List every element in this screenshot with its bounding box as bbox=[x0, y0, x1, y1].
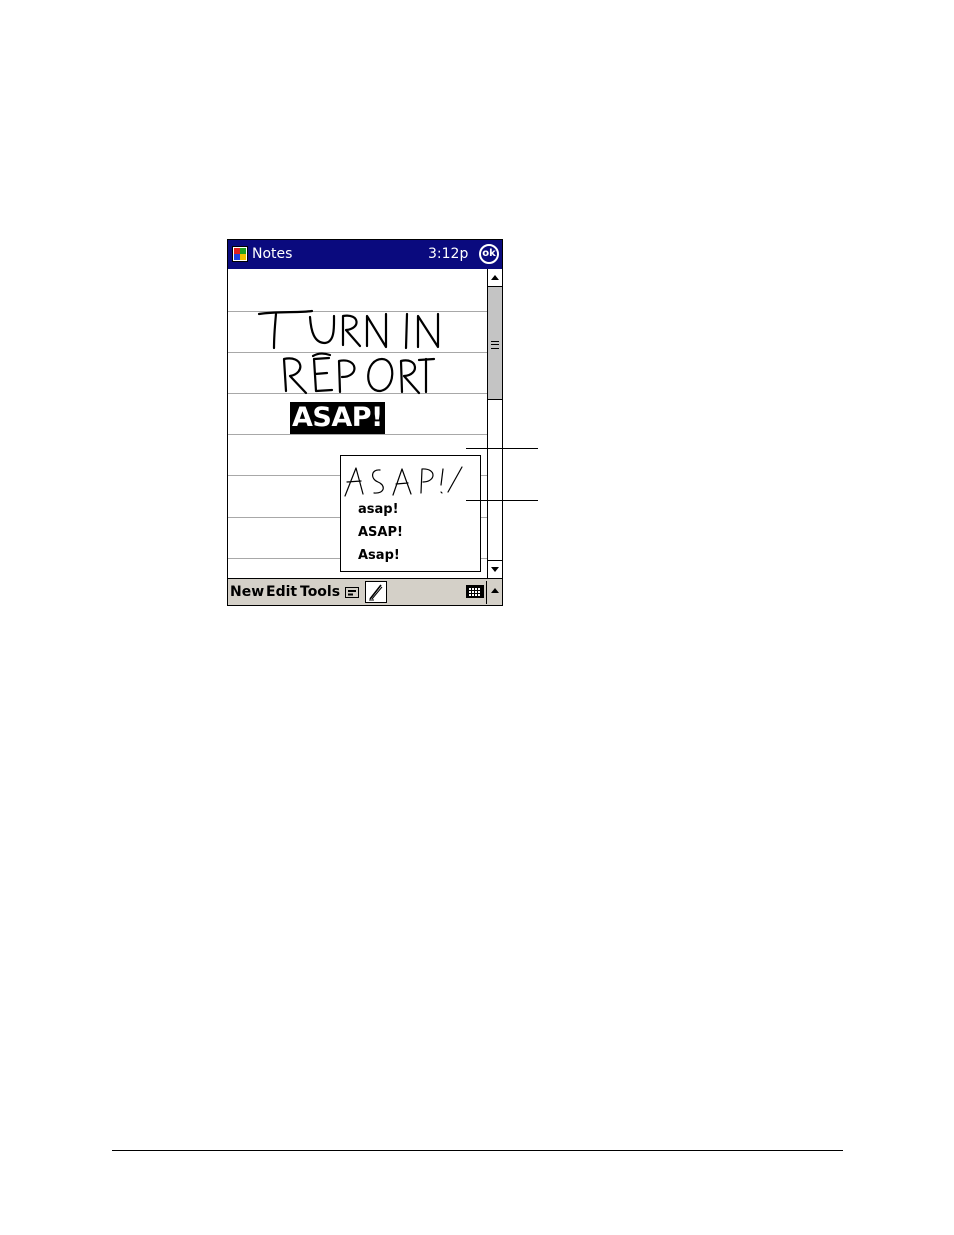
menu-edit[interactable]: Edit bbox=[266, 584, 297, 600]
keyboard-keys bbox=[469, 594, 481, 596]
callout-line-ink bbox=[466, 448, 538, 449]
alternate-item[interactable]: asap! bbox=[358, 502, 399, 517]
recording-toolbar-icon[interactable] bbox=[344, 583, 360, 601]
callout-line-alternates bbox=[466, 500, 538, 501]
arrow-down-icon bbox=[491, 567, 499, 572]
clock[interactable]: 3:12p bbox=[428, 246, 468, 262]
footer-rule bbox=[112, 1150, 843, 1151]
start-menu-icon[interactable] bbox=[232, 246, 248, 262]
vertical-scrollbar[interactable] bbox=[487, 269, 502, 578]
menu-new[interactable]: New bbox=[230, 584, 264, 600]
alternate-item[interactable]: ASAP! bbox=[358, 525, 403, 540]
ink-turn-in bbox=[257, 309, 440, 350]
selected-word[interactable]: ASAP! bbox=[290, 402, 385, 434]
pen-icon[interactable] bbox=[365, 581, 387, 603]
scroll-down-button[interactable] bbox=[488, 560, 502, 578]
app-title: Notes bbox=[252, 246, 293, 262]
grip-icon bbox=[491, 341, 499, 349]
keyboard-keys bbox=[469, 591, 481, 593]
menu-tools[interactable]: Tools bbox=[300, 584, 340, 600]
ok-button[interactable]: ok bbox=[479, 244, 499, 264]
sip-arrow-icon bbox=[491, 588, 499, 593]
ink-report bbox=[282, 352, 436, 395]
alternate-item[interactable]: Asap! bbox=[358, 548, 400, 563]
ink-sample bbox=[344, 466, 463, 497]
handwriting-alternates-popup: asap! ASAP! Asap! bbox=[340, 455, 481, 572]
keyboard-icon[interactable] bbox=[466, 585, 484, 598]
title-bar: Notes 3:12p ok bbox=[228, 240, 502, 269]
scroll-thumb[interactable] bbox=[488, 287, 502, 400]
note-writing-area[interactable]: ASAP! asap! ASAP! Asap! bbox=[228, 269, 487, 578]
keyboard-keys bbox=[469, 588, 481, 590]
menu-bar: New Edit Tools bbox=[228, 578, 502, 605]
scroll-up-button[interactable] bbox=[488, 269, 502, 287]
arrow-up-icon bbox=[491, 275, 499, 280]
pocket-pc-screen: Notes 3:12p ok ASAP! asap! ASAP! Asap! N… bbox=[227, 239, 503, 606]
input-panel-toggle[interactable] bbox=[486, 581, 502, 604]
